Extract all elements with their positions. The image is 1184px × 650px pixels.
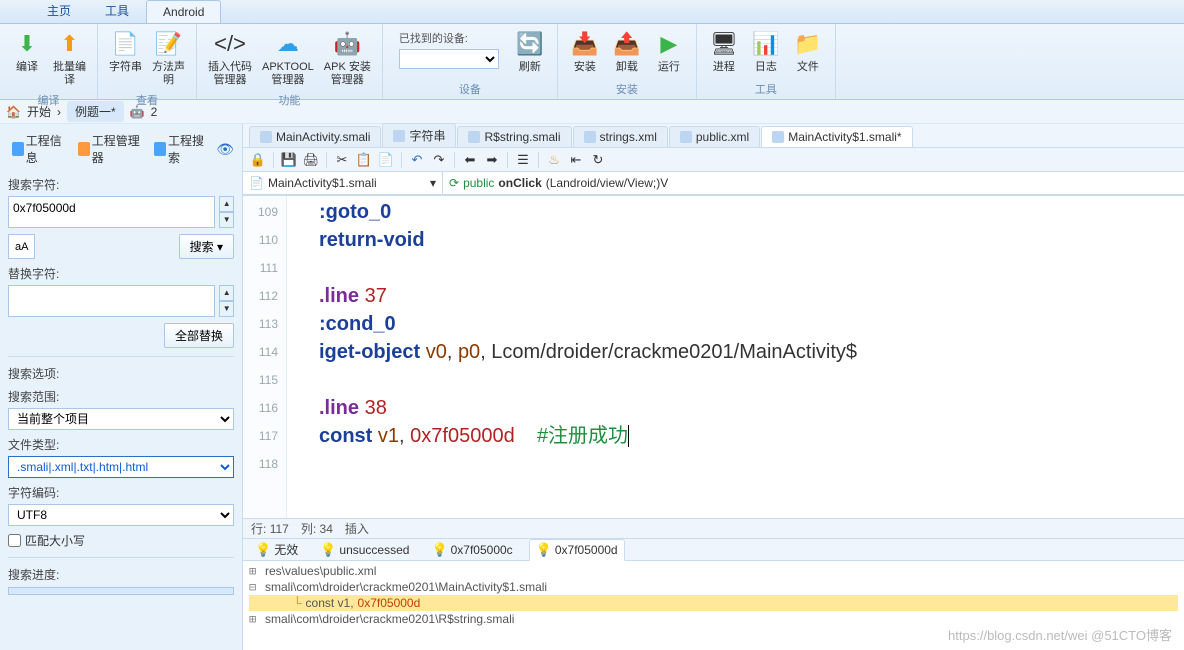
android-icon: 🤖 <box>130 105 145 119</box>
search-label: 搜索字符: <box>8 176 234 193</box>
undo-icon[interactable]: ↶ <box>408 151 426 169</box>
left-tabs: 工程信息 工程管理器 工程搜索 👁 <box>8 130 234 168</box>
result-row[interactable]: ⊞res\values\public.xml <box>249 563 1178 579</box>
result-tab[interactable]: 💡0x7f05000d <box>529 539 625 561</box>
progress-label: 搜索进度: <box>8 566 234 583</box>
ribbon-APKTOOL管理器[interactable]: ☁APKTOOL 管理器 <box>257 26 319 89</box>
device-label: 已找到的设备: <box>399 30 499 46</box>
lock-icon[interactable]: 🔒 <box>249 151 267 169</box>
scroll-down-icon[interactable]: ▼ <box>219 212 234 228</box>
back-icon[interactable]: ⬅ <box>461 151 479 169</box>
editor-panel: MainActivity.smali字符串R$string.smalistrin… <box>243 124 1184 650</box>
list-icon[interactable]: ☰ <box>514 151 532 169</box>
replace-all-button[interactable]: 全部替换 <box>164 323 234 348</box>
copy-icon[interactable]: 📋 <box>355 151 373 169</box>
ribbon-日志[interactable]: 📊日志 <box>745 26 787 76</box>
ribbon-方法声明[interactable]: 📝方法声 明 <box>147 26 190 89</box>
result-tab[interactable]: 💡unsuccessed <box>314 540 415 560</box>
editor-toolbar: 🔒 💾 🖨 ✂ 📋 📄 ↶ ↷ ⬅ ➡ ☰ ♨ ⇤ ↻ <box>243 148 1184 172</box>
cut-icon[interactable]: ✂ <box>333 151 351 169</box>
forward-icon[interactable]: ➡ <box>483 151 501 169</box>
arrow-left-icon[interactable]: ⇤ <box>567 151 585 169</box>
tab-tool[interactable]: 工具 <box>88 0 146 23</box>
scope-label: 搜索范围: <box>8 388 234 405</box>
replace-label: 替换字符: <box>8 265 234 282</box>
search-progress <box>8 587 234 595</box>
tab-proj-search[interactable]: 工程搜索 <box>150 130 212 168</box>
replace-input[interactable] <box>8 285 215 317</box>
watermark: https://blog.csdn.net/wei @51CTO博客 <box>948 625 1172 644</box>
ribbon-插入代码管理器[interactable]: </>插入代码 管理器 <box>203 26 257 89</box>
ribbon-卸载[interactable]: 📤卸载 <box>606 26 648 76</box>
search-input[interactable]: 0x7f05000d <box>8 196 215 228</box>
result-tab[interactable]: 💡0x7f05000c <box>425 540 518 560</box>
crumb-start[interactable]: 开始 <box>27 103 51 120</box>
redo-icon[interactable]: ↷ <box>430 151 448 169</box>
filetype-select[interactable]: .smali|.xml|.txt|.htm|.html <box>8 456 234 478</box>
ribbon-安装[interactable]: 📥安装 <box>564 26 606 76</box>
menu-tabs: 主页 工具 Android <box>0 0 1184 24</box>
file-tab[interactable]: 字符串 <box>382 123 456 147</box>
code-editor[interactable]: 109110111112113114115116117118 :goto_0 r… <box>243 196 1184 518</box>
result-tab[interactable]: 💡无效 <box>249 539 304 560</box>
ribbon-进程[interactable]: 🖥进程 <box>703 26 745 76</box>
nav-method-select[interactable]: ⟳ public onClick (Landroid/view/View;)V <box>443 172 1184 195</box>
ribbon-group-tools: 🖥进程📊日志📁文件 工具 <box>697 24 836 99</box>
ribbon-编译[interactable]: ⬇编译 <box>6 26 48 76</box>
refresh-icon[interactable]: ↻ <box>589 151 607 169</box>
ribbon-字符串[interactable]: 📄字符串 <box>104 26 147 76</box>
tab-proj-info[interactable]: 工程信息 <box>8 130 70 168</box>
ribbon-group-device: 已找到的设备: 🔄刷新 设备 <box>383 24 558 99</box>
case-toggle[interactable]: aA <box>8 234 35 259</box>
left-panel: 工程信息 工程管理器 工程搜索 👁 搜索字符: 0x7f05000d ▲▼ aA… <box>0 124 243 650</box>
file-tab[interactable]: MainActivity.smali <box>249 126 381 147</box>
ribbon-批量编译[interactable]: ⬆批量编 译 <box>48 26 91 89</box>
tab-home[interactable]: 主页 <box>30 0 88 23</box>
scope-select[interactable]: 当前整个项目 <box>8 408 234 430</box>
ribbon-文件[interactable]: 📁文件 <box>787 26 829 76</box>
scroll-up-icon[interactable]: ▲ <box>219 196 234 212</box>
tab-proj-mgr[interactable]: 工程管理器 <box>74 130 146 168</box>
device-select[interactable] <box>399 49 499 69</box>
file-tab[interactable]: R$string.smali <box>457 126 571 147</box>
tab-android[interactable]: Android <box>146 0 221 23</box>
status-bar: 行: 117 列: 34 插入 <box>243 518 1184 538</box>
search-button[interactable]: 搜索 ▾ <box>179 234 234 259</box>
result-row[interactable]: ⊟smali\com\droider\crackme0201\MainActiv… <box>249 579 1178 595</box>
home-icon[interactable]: 🏠 <box>6 105 21 119</box>
encoding-label: 字符编码: <box>8 484 234 501</box>
ribbon-APK安装管理器[interactable]: 🤖APK 安装 管理器 <box>319 26 376 89</box>
result-row[interactable]: └ const v1, 0x7f05000d <box>249 595 1178 611</box>
ribbon-group-view: 📄字符串📝方法声 明 查看 <box>98 24 197 99</box>
save-icon[interactable]: 💾 <box>280 151 298 169</box>
crumb-step[interactable]: 例题一* <box>67 101 124 122</box>
print-icon[interactable]: 🖨 <box>302 151 320 169</box>
ribbon-group-func: </>插入代码 管理器☁APKTOOL 管理器🤖APK 安装 管理器 功能 <box>197 24 383 99</box>
file-tab[interactable]: public.xml <box>669 126 760 147</box>
java-icon[interactable]: ♨ <box>545 151 563 169</box>
file-tab[interactable]: strings.xml <box>573 126 668 147</box>
filetype-label: 文件类型: <box>8 436 234 453</box>
encoding-select[interactable]: UTF8 <box>8 504 234 526</box>
ribbon-运行[interactable]: ▶运行 <box>648 26 690 76</box>
nav-file-select[interactable]: 📄MainActivity$1.smali▾ <box>243 172 443 195</box>
file-tabs: MainActivity.smali字符串R$string.smalistrin… <box>243 124 1184 148</box>
ribbon-group-compile: ⬇编译⬆批量编 译 编译 <box>0 24 98 99</box>
file-tab[interactable]: MainActivity$1.smali* <box>761 126 912 147</box>
paste-icon[interactable]: 📄 <box>377 151 395 169</box>
ribbon-group-install: 📥安装📤卸载▶运行 安装 <box>558 24 697 99</box>
ribbon-刷新[interactable]: 🔄刷新 <box>509 26 551 76</box>
ribbon: ⬇编译⬆批量编 译 编译 📄字符串📝方法声 明 查看 </>插入代码 管理器☁A… <box>0 24 1184 100</box>
match-case-checkbox[interactable]: 匹配大小写 <box>8 532 234 549</box>
crumb-tail: 2 <box>151 105 158 119</box>
eye-icon[interactable]: 👁 <box>216 141 234 158</box>
options-label: 搜索选项: <box>8 365 234 382</box>
